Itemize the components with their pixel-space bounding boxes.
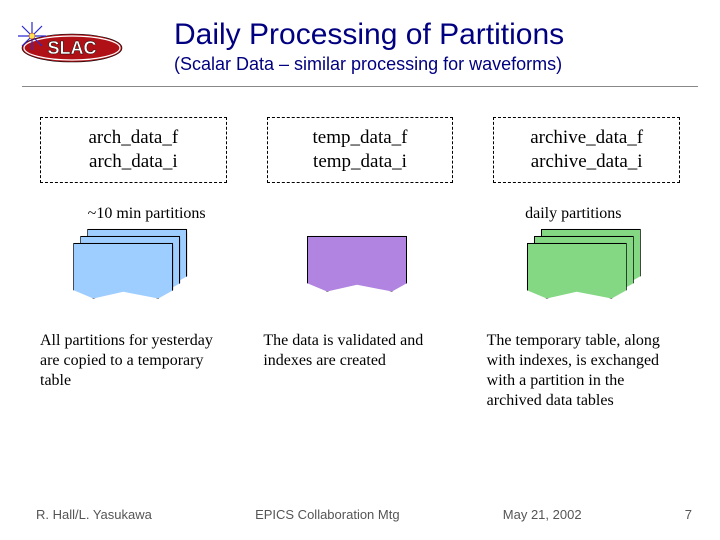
box-temp-l1: temp_data_f [290, 126, 431, 150]
footer-page: 7 [685, 507, 692, 522]
box-archive-l1: archive_data_f [516, 126, 657, 150]
slac-logo: SLAC [14, 18, 134, 78]
footer-meeting: EPICS Collaboration Mtg [255, 507, 400, 522]
box-archive: archive_data_f archive_data_i [493, 117, 680, 183]
box-archive-l2: archive_data_i [516, 150, 657, 174]
page-subtitle: (Scalar Data – similar processing for wa… [174, 54, 564, 75]
page-title: Daily Processing of Partitions [174, 18, 564, 52]
desc-copy: All partitions for yesterday are copied … [40, 331, 233, 411]
desc-exchange: The temporary table, along with indexes,… [487, 331, 680, 411]
stack-temp [267, 229, 454, 297]
box-temp: temp_data_f temp_data_i [267, 117, 454, 183]
footer-date: May 21, 2002 [503, 507, 582, 522]
box-arch: arch_data_f arch_data_i [40, 117, 227, 183]
divider [22, 86, 698, 87]
svg-text:SLAC: SLAC [48, 38, 97, 58]
desc-validate: The data is validated and indexes are cr… [263, 331, 456, 411]
box-arch-l1: arch_data_f [63, 126, 204, 150]
box-arch-l2: arch_data_i [63, 150, 204, 174]
stack-arch [40, 229, 227, 297]
footer-author: R. Hall/L. Yasukawa [36, 507, 152, 522]
box-temp-l2: temp_data_i [290, 150, 431, 174]
stack-archive [493, 229, 680, 297]
label-10min: ~10 min partitions [40, 205, 253, 223]
label-daily: daily partitions [467, 205, 680, 223]
